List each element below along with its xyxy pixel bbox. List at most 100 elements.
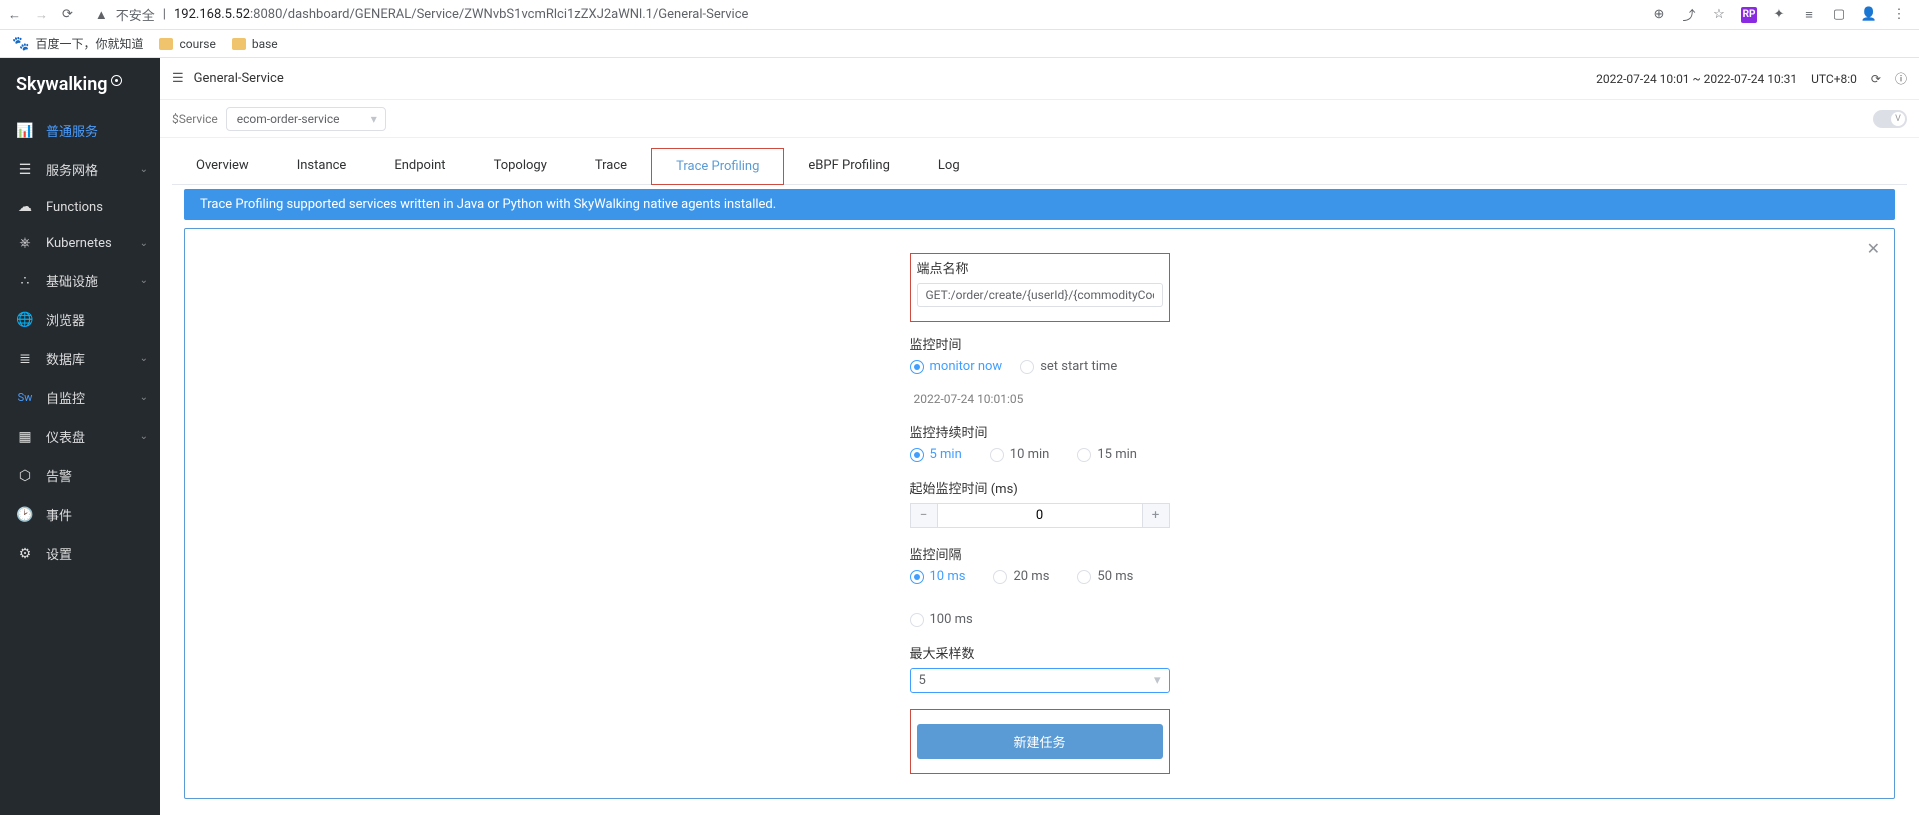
chevron-down-icon: ⌄ — [140, 392, 148, 403]
sidebar-item-mesh[interactable]: ☰ 服务网格 ⌄ — [0, 150, 160, 189]
gear-icon: ⚙ — [16, 546, 34, 562]
radio-interval-50ms[interactable]: 50 ms — [1077, 569, 1133, 584]
radio-interval-20ms[interactable]: 20 ms — [993, 569, 1049, 584]
create-task-button[interactable]: 新建任务 — [917, 724, 1163, 759]
endpoint-highlight-box: 端点名称 — [910, 253, 1170, 322]
endpoint-name-input[interactable] — [917, 283, 1163, 307]
tab-log[interactable]: Log — [914, 148, 984, 184]
tab-endpoint[interactable]: Endpoint — [370, 148, 469, 184]
browser-chrome: ← → ⟳ ▲ 不安全 | 192.168.5.52:8080/dashboar… — [0, 0, 1919, 30]
radio-interval-10ms[interactable]: 10 ms — [910, 569, 966, 584]
radio-icon — [1020, 360, 1034, 374]
tab-trace[interactable]: Trace — [571, 148, 651, 184]
insecure-icon: ▲ — [95, 7, 108, 23]
radio-label: monitor now — [930, 359, 1003, 374]
radio-icon — [910, 448, 924, 462]
time-range[interactable]: 2022-07-24 10:01 ~ 2022-07-24 10:31 — [1596, 72, 1797, 86]
tab-ebpf-profiling[interactable]: eBPF Profiling — [784, 148, 914, 184]
radio-label: 50 ms — [1097, 569, 1133, 584]
reload-button[interactable]: ⟳ — [62, 7, 73, 22]
submit-highlight-box: 新建任务 — [910, 709, 1170, 774]
bookmark-baidu[interactable]: 🐾 百度一下，你就知道 — [12, 35, 143, 52]
globe-icon: 🌐 — [16, 312, 34, 328]
sidebar-item-general[interactable]: 📊 普通服务 — [0, 111, 160, 150]
max-samples-value: 5 — [919, 673, 926, 688]
radio-duration-10min[interactable]: 10 min — [990, 447, 1050, 462]
radio-duration-15min[interactable]: 15 min — [1077, 447, 1137, 462]
share-icon[interactable]: ⤴ — [1681, 7, 1697, 23]
chevron-down-icon: ⌄ — [140, 275, 148, 286]
radio-monitor-now[interactable]: monitor now — [910, 359, 1003, 374]
radio-label: set start time — [1040, 359, 1117, 374]
info-icon[interactable]: ⓘ — [1895, 70, 1907, 87]
url-host: 192.168.5.52 — [174, 7, 250, 22]
extensions-icon[interactable]: ✦ — [1771, 7, 1787, 23]
page-title: General-Service — [194, 71, 284, 86]
sidebar-item-selfobs[interactable]: Sw 自监控 ⌄ — [0, 378, 160, 417]
bookmark-star-icon[interactable]: ☆ — [1711, 7, 1727, 23]
close-icon[interactable]: ✕ — [1867, 239, 1880, 258]
bookmark-course[interactable]: course — [159, 37, 215, 51]
tab-topology[interactable]: Topology — [470, 148, 571, 184]
chevron-down-icon: ⌄ — [140, 164, 148, 175]
tab-overview[interactable]: Overview — [172, 148, 273, 184]
bookmark-base[interactable]: base — [232, 37, 278, 51]
threshold-input[interactable] — [938, 503, 1142, 528]
sidebar-item-browser[interactable]: 🌐 浏览器 — [0, 300, 160, 339]
sidebar-item-label: 服务网格 — [46, 160, 98, 179]
sidebar-item-database[interactable]: ≣ 数据库 ⌄ — [0, 339, 160, 378]
radio-icon — [1077, 570, 1091, 584]
sidebar-item-event[interactable]: 🕑 事件 — [0, 495, 160, 534]
database-icon: ≣ — [16, 351, 34, 367]
address-bar[interactable]: ▲ 不安全 | 192.168.5.52:8080/dashboard/GENE… — [87, 5, 1637, 24]
sidebar-item-infra[interactable]: ∴ 基础设施 ⌄ — [0, 261, 160, 300]
decrement-button[interactable]: − — [910, 503, 938, 528]
profile-icon[interactable]: 👤 — [1861, 7, 1877, 23]
refresh-icon[interactable]: ⟳ — [1871, 72, 1881, 86]
reading-list-icon[interactable]: ≡ — [1801, 7, 1817, 23]
sidebar-item-dashboard[interactable]: ▦ 仪表盘 ⌄ — [0, 417, 160, 456]
radio-label: 5 min — [930, 447, 962, 462]
sidebar-item-label: 设置 — [46, 544, 72, 563]
sidebar-item-settings[interactable]: ⚙ 设置 — [0, 534, 160, 573]
url-path: /dashboard/GENERAL/Service/ZWNvbS1vcmRlc… — [282, 7, 748, 22]
radio-set-start-time[interactable]: set start time — [1020, 359, 1117, 374]
back-button[interactable]: ← — [8, 7, 21, 23]
breadcrumb-icon[interactable]: ☰ — [172, 71, 184, 86]
threshold-stepper[interactable]: − + — [910, 503, 1170, 528]
sidebar-item-label: 基础设施 — [46, 271, 98, 290]
sidebar-item-alarm[interactable]: ⬡ 告警 — [0, 456, 160, 495]
topbar: ☰ General-Service 2022-07-24 10:01 ~ 202… — [160, 58, 1919, 100]
cloud-icon: ☁ — [16, 199, 34, 215]
sidebar-item-label: 告警 — [46, 466, 72, 485]
endpoint-name-label: 端点名称 — [917, 258, 1163, 277]
url-port: :8080 — [250, 7, 282, 22]
radio-interval-100ms[interactable]: 100 ms — [910, 612, 973, 627]
translate-icon[interactable]: ⊕ — [1651, 7, 1667, 23]
chevron-down-icon: ⌄ — [140, 238, 148, 249]
view-toggle[interactable]: V — [1873, 110, 1907, 128]
radio-icon — [1077, 448, 1091, 462]
radio-icon — [910, 570, 924, 584]
max-samples-select[interactable]: 5 — [910, 668, 1170, 693]
radio-icon — [910, 613, 924, 627]
sidebar: Skywalking 📊 普通服务 ☰ 服务网格 ⌄ ☁ Functions ⎈… — [0, 58, 160, 815]
service-select[interactable]: ecom-order-service — [226, 107, 386, 131]
sidebar-item-functions[interactable]: ☁ Functions — [0, 189, 160, 225]
dots-icon: ∴ — [16, 273, 34, 289]
sidebar-item-kubernetes[interactable]: ⎈ Kubernetes ⌄ — [0, 225, 160, 261]
sidepanel-icon[interactable]: ▢ — [1831, 7, 1847, 23]
sidebar-item-label: 事件 — [46, 505, 72, 524]
hexagon-icon: ⬡ — [16, 468, 34, 484]
radio-label: 15 min — [1097, 447, 1137, 462]
menu-icon[interactable]: ⋮ — [1891, 7, 1907, 23]
forward-button[interactable]: → — [35, 7, 48, 23]
sidebar-item-label: 浏览器 — [46, 310, 85, 329]
extension-rp-icon[interactable]: RP — [1741, 7, 1757, 23]
tab-instance[interactable]: Instance — [273, 148, 371, 184]
tab-trace-profiling[interactable]: Trace Profiling — [651, 148, 784, 185]
monitor-time-label: 监控时间 — [910, 334, 1170, 353]
increment-button[interactable]: + — [1142, 503, 1170, 528]
info-banner: Trace Profiling supported services writt… — [184, 189, 1895, 220]
radio-duration-5min[interactable]: 5 min — [910, 447, 962, 462]
